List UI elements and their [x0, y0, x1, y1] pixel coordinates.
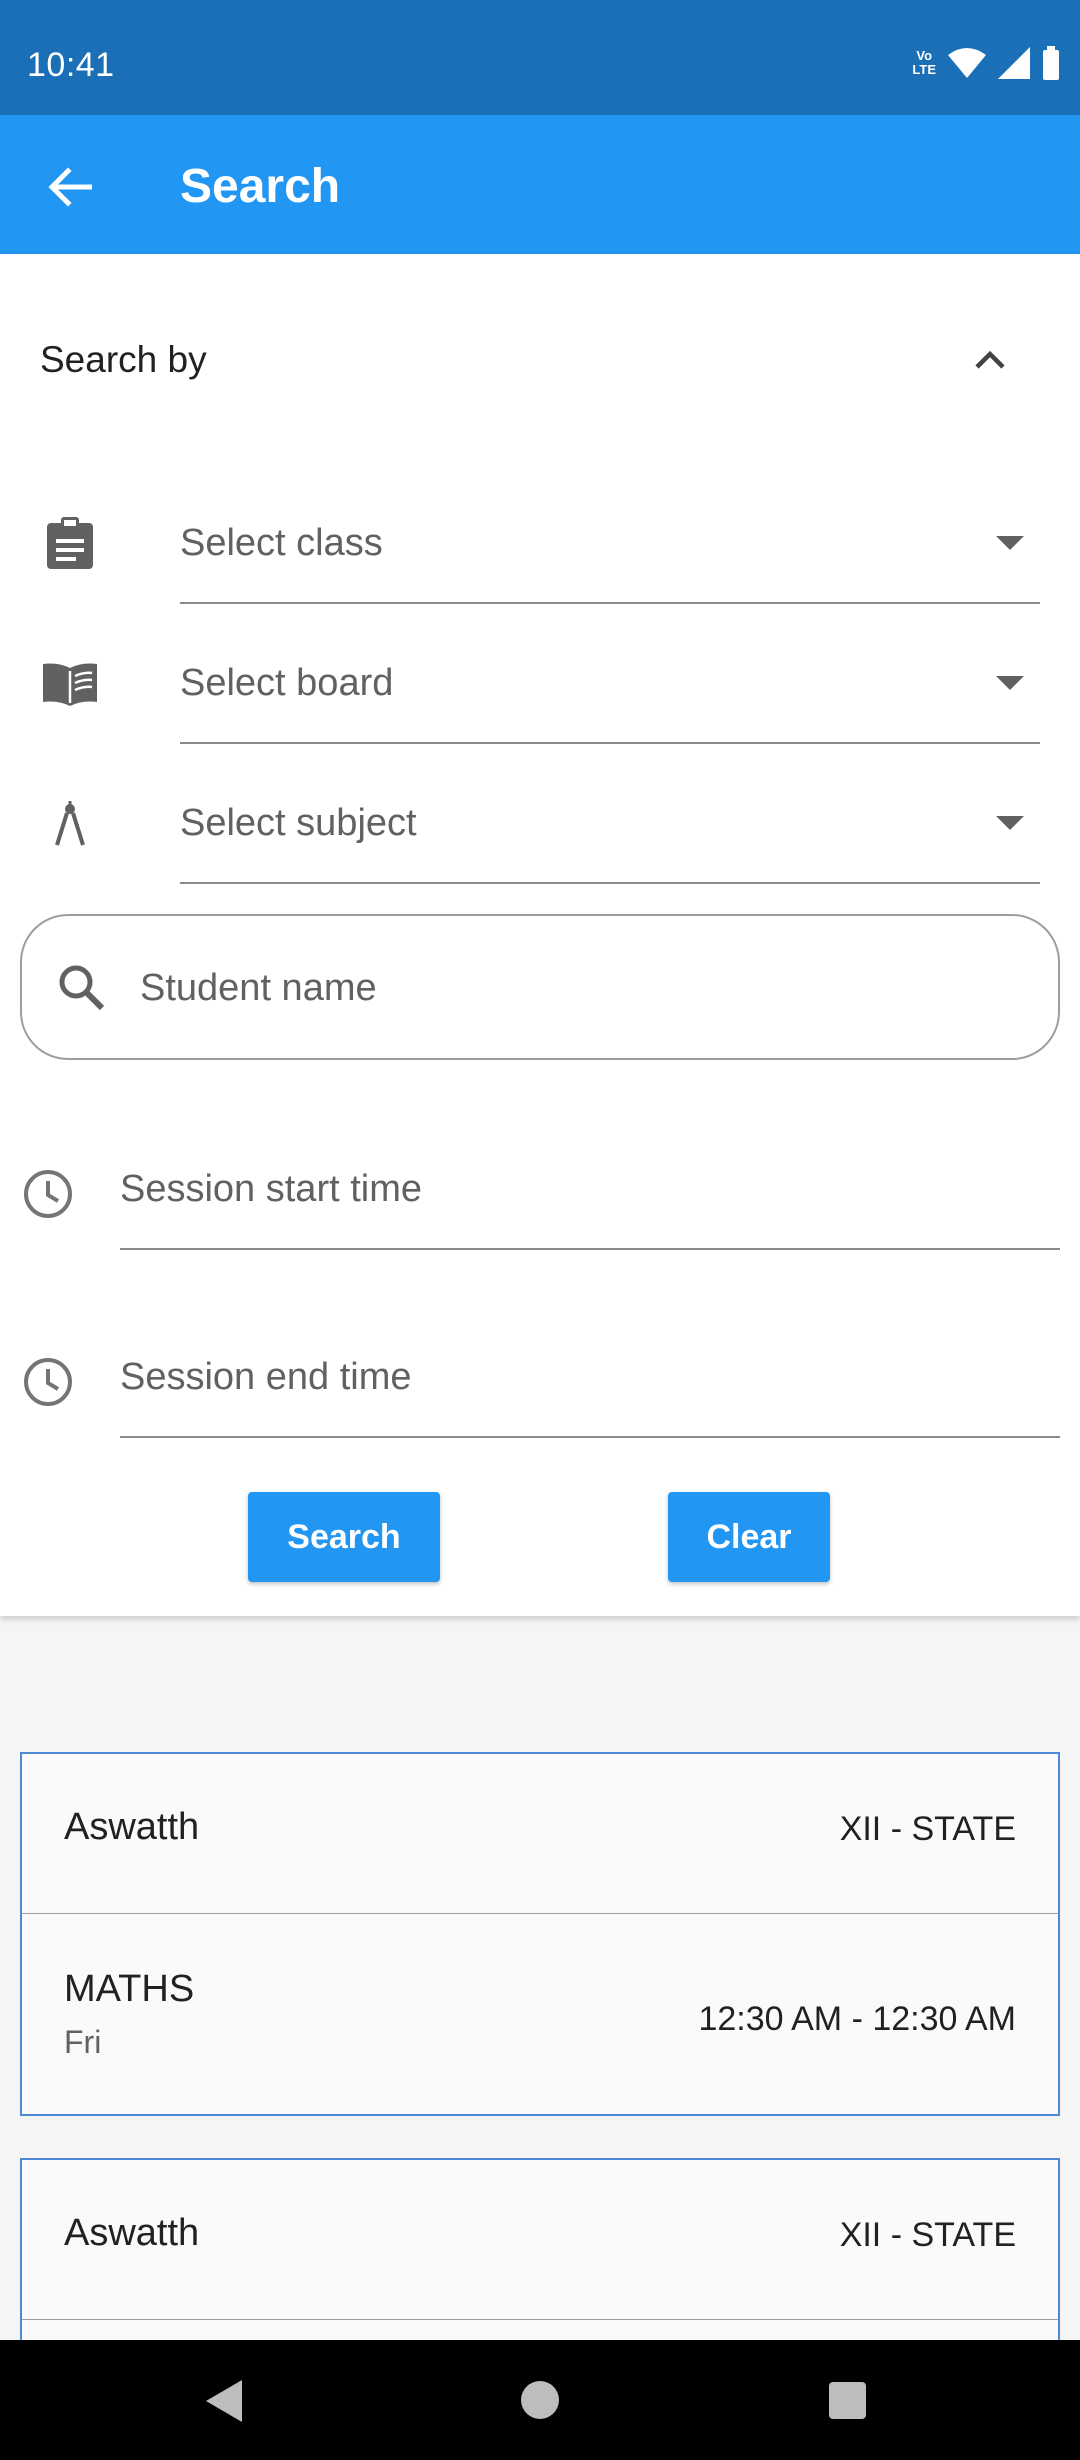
- status-icons: Vo LTE: [912, 46, 1060, 80]
- result-card-details: MATHS Fri 12:30 AM - 12:30 AM: [22, 1914, 1058, 2114]
- compass-icon: [40, 794, 100, 854]
- nav-recents-icon[interactable]: [829, 2382, 866, 2419]
- dropdown-arrow-icon: [996, 816, 1024, 830]
- nav-home-icon[interactable]: [521, 2381, 559, 2419]
- student-name-input[interactable]: [140, 946, 1020, 1030]
- session-end-time-field[interactable]: Session end time: [120, 1308, 1060, 1438]
- back-button[interactable]: [40, 157, 100, 217]
- dropdown-arrow-icon: [996, 536, 1024, 550]
- class-board: XII - STATE: [839, 2216, 1016, 2254]
- student-name: Aswatth: [64, 1806, 200, 1848]
- collapse-button[interactable]: [965, 334, 1015, 384]
- dropdown-arrow-icon: [996, 676, 1024, 690]
- session-start-time-field[interactable]: Session start time: [120, 1120, 1060, 1250]
- search-icon: [59, 965, 105, 1011]
- board-select-placeholder: Select board: [180, 662, 394, 704]
- status-time: 10:41: [27, 46, 115, 84]
- session-day: Fri: [64, 2024, 102, 2060]
- student-name: Aswatth: [64, 2212, 200, 2254]
- session-time-range: 12:30 AM - 12:30 AM: [698, 2000, 1016, 2038]
- student-name-search: [20, 914, 1060, 1060]
- battery-icon: [1043, 46, 1059, 80]
- clock-icon: [24, 1170, 72, 1218]
- system-nav-bar: [0, 2340, 1080, 2460]
- subject-dropdown-row: Select subject: [0, 764, 1080, 884]
- session-end-row: Session end time: [0, 1308, 1080, 1438]
- clear-button[interactable]: Clear: [668, 1492, 830, 1582]
- subject-select[interactable]: Select subject: [180, 764, 1040, 884]
- result-card-header: Aswatth XII - STATE: [22, 2160, 1058, 2320]
- subject-name: MATHS: [64, 1968, 195, 2010]
- nav-back-icon[interactable]: [206, 2380, 242, 2422]
- class-dropdown-row: Select class: [0, 484, 1080, 604]
- session-end-time-placeholder: Session end time: [120, 1356, 412, 1398]
- clipboard-icon: [40, 514, 100, 574]
- board-select[interactable]: Select board: [180, 624, 1040, 744]
- session-start-time-placeholder: Session start time: [120, 1168, 422, 1210]
- signal-icon: [998, 47, 1030, 79]
- session-start-row: Session start time: [0, 1120, 1080, 1250]
- clock-icon: [24, 1358, 72, 1406]
- wifi-icon: [948, 48, 986, 78]
- search-button[interactable]: Search: [248, 1492, 440, 1582]
- class-select[interactable]: Select class: [180, 484, 1040, 604]
- result-card[interactable]: Aswatth XII - STATE MATHS Fri 12:30 AM -…: [20, 1752, 1060, 2116]
- class-select-placeholder: Select class: [180, 522, 383, 564]
- result-card-header: Aswatth XII - STATE: [22, 1754, 1058, 1914]
- status-bar: 10:41 Vo LTE: [0, 0, 1080, 115]
- app-bar: Search: [0, 115, 1080, 254]
- subject-select-placeholder: Select subject: [180, 802, 417, 844]
- class-board: XII - STATE: [839, 1810, 1016, 1848]
- search-filter-panel: Search by Select class Select board Sele…: [0, 254, 1080, 1616]
- page-title: Search: [180, 160, 341, 213]
- volte-icon: Vo LTE: [912, 48, 936, 77]
- board-dropdown-row: Select board: [0, 624, 1080, 744]
- arrow-left-icon: [48, 167, 92, 207]
- chevron-up-icon: [975, 350, 1005, 369]
- search-by-label: Search by: [40, 339, 207, 380]
- book-icon: [40, 654, 100, 714]
